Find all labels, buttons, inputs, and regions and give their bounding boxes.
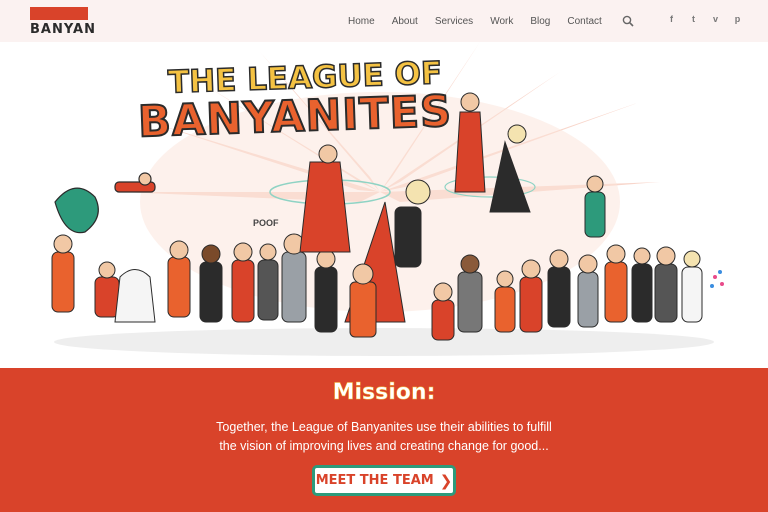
hero-banner: THE LEAGUE OF BANYANITES POOF bbox=[0, 42, 768, 368]
site-header: BANYAN Home About Services Work Blog Con… bbox=[0, 0, 768, 42]
mission-text-line2: the vision of improving lives and creati… bbox=[219, 439, 549, 453]
nav-contact[interactable]: Contact bbox=[567, 16, 601, 27]
nav-services[interactable]: Services bbox=[435, 16, 473, 27]
banyan-logo[interactable]: BANYAN bbox=[30, 7, 96, 37]
twitter-icon[interactable]: t bbox=[689, 14, 698, 24]
mission-section: Mission: Together, the League of Banyani… bbox=[0, 368, 768, 512]
facebook-icon[interactable]: f bbox=[667, 14, 676, 24]
nav-home[interactable]: Home bbox=[348, 16, 375, 27]
social-links: f t v p bbox=[667, 14, 742, 24]
mission-title: Mission: bbox=[332, 380, 436, 406]
main-nav: Home About Services Work Blog Contact bbox=[348, 0, 619, 42]
mission-text: Together, the League of Banyanites use t… bbox=[180, 418, 588, 456]
nav-blog[interactable]: Blog bbox=[530, 16, 550, 27]
mission-text-line1: Together, the League of Banyanites use t… bbox=[216, 420, 552, 434]
nav-about[interactable]: About bbox=[392, 16, 418, 27]
meet-the-team-button[interactable]: MEET THE TEAM ❯ bbox=[312, 465, 456, 496]
pinterest-icon[interactable]: p bbox=[733, 14, 742, 24]
poof-sfx: POOF bbox=[253, 218, 279, 228]
search-icon[interactable] bbox=[622, 15, 634, 27]
logo-text: BANYAN bbox=[30, 22, 96, 37]
meet-the-team-label: MEET THE TEAM bbox=[315, 473, 434, 488]
chevron-right-icon: ❯ bbox=[439, 471, 453, 490]
logo-bar bbox=[30, 7, 88, 20]
vimeo-icon[interactable]: v bbox=[711, 14, 720, 24]
nav-work[interactable]: Work bbox=[490, 16, 513, 27]
